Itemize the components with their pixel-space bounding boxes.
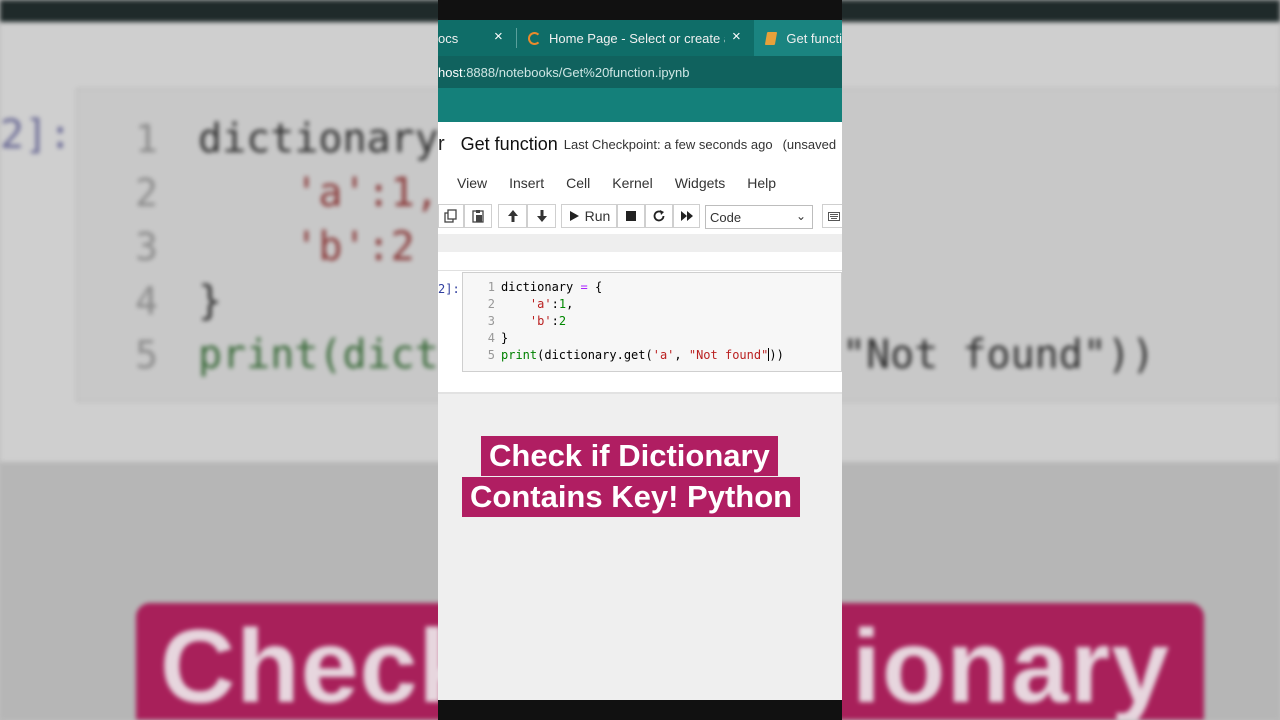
bg-banner-text-right: ionary (852, 609, 1171, 720)
arrow-down-icon (536, 210, 547, 222)
play-icon (569, 211, 579, 221)
url-path: :8888/notebooks/Get%20function.ipynb (462, 64, 690, 80)
restart-icon (653, 210, 665, 222)
code-editor[interactable]: dictionary = { 'a':1, 'b':2} print(dictio… (501, 279, 784, 364)
menu-widgets[interactable]: Widgets (675, 175, 726, 191)
menu-kernel[interactable]: Kernel (612, 175, 652, 191)
notebook-toolbar: Run Code ⌄ (438, 202, 842, 232)
code-cell[interactable]: 1 2 3 4 5 dictionary = { 'a':1, 'b':2} pr… (462, 272, 842, 372)
tab-label: Home Page - Select or create a n (549, 30, 725, 46)
letterbox-bottom (438, 700, 842, 720)
move-up-button[interactable] (498, 204, 527, 228)
url-host: host (438, 64, 463, 80)
chevron-down-icon: ⌄ (795, 209, 806, 223)
bg-banner-text-left: Check (160, 609, 478, 720)
copy-button[interactable] (438, 204, 464, 228)
keyboard-icon (828, 211, 840, 221)
bookmark-strip (438, 88, 842, 122)
cell-type-value: Code (710, 209, 742, 225)
toolbar-divider (438, 234, 842, 252)
address-bar[interactable]: host:8888/notebooks/Get%20function.ipynb (438, 56, 842, 88)
menu-bar: View Insert Cell Kernel Widgets Help (438, 166, 842, 200)
command-palette-button[interactable] (822, 204, 842, 228)
restart-run-all-button[interactable] (673, 204, 700, 228)
line-numbers: 1 2 3 4 5 (487, 280, 495, 362)
cell-divider (438, 270, 842, 271)
stop-icon (626, 211, 636, 221)
arrow-up-icon (507, 210, 518, 222)
notebook-edge (438, 392, 842, 394)
menu-view[interactable]: View (457, 175, 487, 191)
tab-separator (516, 28, 517, 48)
run-button[interactable]: Run (561, 204, 617, 228)
fast-forward-icon (680, 211, 693, 221)
notebook-container: 2]: 1 2 3 4 5 dictionary = { 'a':1, 'b':… (438, 252, 842, 392)
copy-icon (444, 209, 457, 223)
close-icon[interactable]: × (494, 28, 503, 45)
jupyter-logo-fragment[interactable]: r (438, 133, 445, 156)
input-prompt: 2]: (438, 282, 460, 296)
notebook-title[interactable]: Get function (461, 134, 558, 155)
video-caption-banner: Check if Dictionary Contains Key! Python (462, 436, 818, 518)
notebook-header: r Get function Last Checkpoint: a few se… (438, 122, 842, 166)
paste-icon (472, 210, 484, 223)
menu-insert[interactable]: Insert (509, 175, 544, 191)
bg-code-fragment: "Not found")) (842, 332, 1156, 378)
paste-button[interactable] (464, 204, 492, 228)
text-cursor (768, 348, 770, 361)
cell-type-select[interactable]: Code ⌄ (705, 205, 813, 229)
move-down-button[interactable] (527, 204, 556, 228)
caption-line-1: Check if Dictionary (481, 436, 778, 476)
unsaved-status: (unsaved (782, 136, 837, 152)
tab-label: ocs (438, 30, 459, 46)
notebook-icon (764, 31, 778, 45)
bg-code: dictionary 'a':1, 'b':2} print(dict (198, 116, 439, 378)
browser-tab-bar: ocs × Home Page - Select or create a n ×… (438, 20, 842, 56)
bg-line-numbers: 1 2 3 4 5 (135, 117, 158, 377)
loading-spinner-icon (528, 31, 541, 45)
restart-button[interactable] (645, 204, 673, 228)
last-checkpoint: Last Checkpoint: a few seconds ago (563, 136, 773, 152)
menu-help[interactable]: Help (747, 175, 776, 191)
letterbox-top (438, 0, 842, 20)
caption-line-2: Contains Key! Python (462, 477, 801, 517)
menu-cell[interactable]: Cell (566, 175, 590, 191)
tab-label: Get functi (786, 30, 842, 46)
screen-frame: ocs × Home Page - Select or create a n ×… (438, 0, 842, 720)
interrupt-button[interactable] (617, 204, 645, 228)
close-icon[interactable]: × (732, 28, 741, 45)
run-label: Run (584, 208, 611, 224)
tab-docs[interactable]: ocs × (438, 20, 514, 56)
bg-prompt: 2]: (0, 112, 73, 158)
tab-home-page[interactable]: Home Page - Select or create a n × (518, 20, 752, 56)
tab-get-function[interactable]: Get functi (754, 20, 842, 56)
